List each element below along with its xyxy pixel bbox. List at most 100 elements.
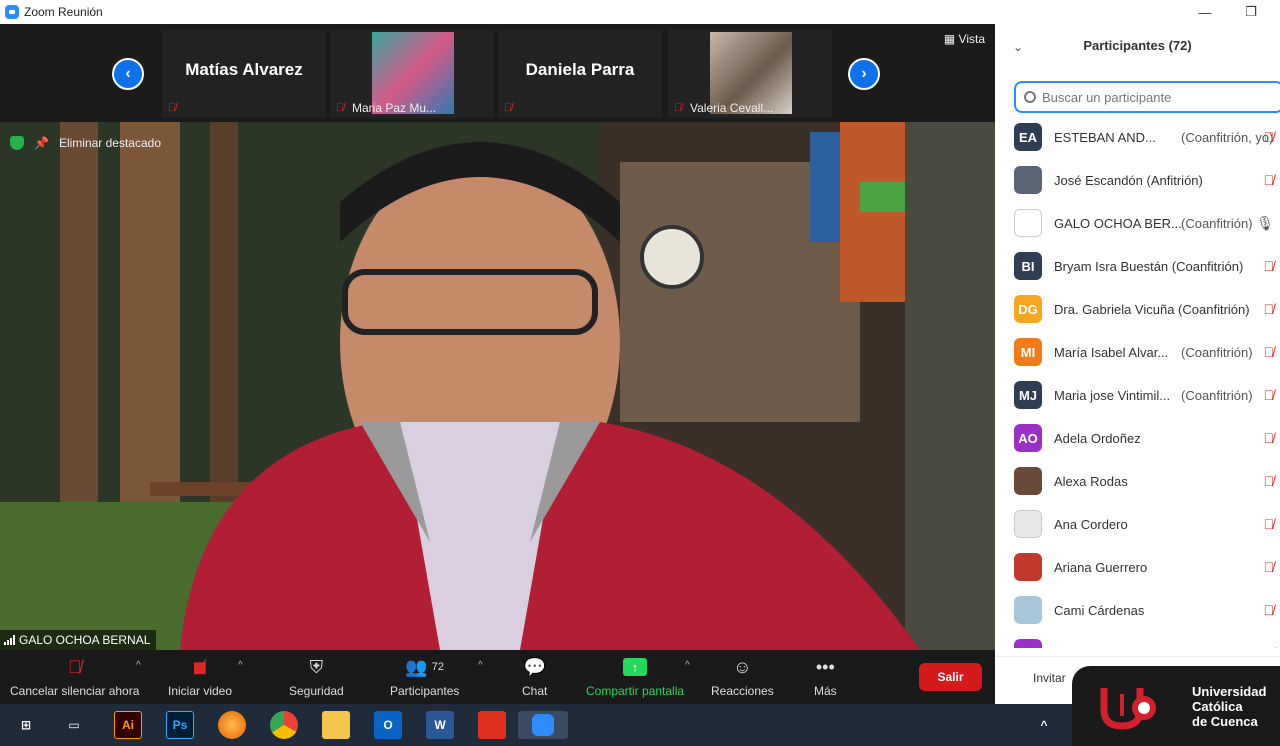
active-speaker-video: 📌 Eliminar destacado GALO OCHOA BERNAL: [0, 122, 995, 650]
pdf-reader-icon[interactable]: [478, 711, 506, 739]
avatar: [1014, 553, 1042, 581]
muted-mic-icon: 🎙̸: [1264, 645, 1275, 648]
speaker-name-tag: GALO OCHOA BERNAL: [0, 630, 157, 650]
video-frame: [0, 122, 995, 650]
participant-role: (Coanfitrión): [1181, 387, 1253, 403]
tile-valeria[interactable]: 🎙̸ Valeria Cevall...: [668, 30, 832, 118]
muted-mic-icon: 🎙̸: [1263, 602, 1275, 618]
muted-mic-icon: 🎙̸: [674, 102, 683, 114]
participant-row[interactable]: Cami Cárdenas 🎙̸: [995, 589, 1280, 631]
chrome-icon[interactable]: [270, 711, 298, 739]
tile-name: Matías Alvarez: [185, 60, 303, 79]
firefox-icon[interactable]: [218, 711, 246, 739]
participant-name: ESTEBAN AND...: [1054, 129, 1156, 145]
tile-maria-paz[interactable]: 🎙̸ Maria Paz Mu...: [330, 30, 494, 118]
participant-row[interactable]: AO Adela Ordoñez 🎙̸: [995, 417, 1280, 459]
participant-row[interactable]: MJ Maria jose Vintimil... (Coanfitrión) 🎙̸: [995, 374, 1280, 416]
participants-panel: ⌄ Participantes (72) EAESTEBAN AND...(Co…: [995, 24, 1280, 704]
avatar: [1014, 596, 1042, 624]
participants-options-caret[interactable]: ^: [478, 660, 483, 671]
muted-mic-icon: 🎙̸: [1263, 559, 1275, 575]
participant-row[interactable]: BI Bryam Isra Buestán (Coanfitrión) 🎙̸: [995, 245, 1280, 287]
participant-row[interactable]: José Escandón (Anfitrión) 🎙̸: [995, 159, 1280, 201]
participant-row[interactable]: Alexa Rodas 🎙̸: [995, 460, 1280, 502]
tile-matias[interactable]: Matías Alvarez 🎙̸: [162, 30, 326, 118]
tile-daniela[interactable]: Daniela Parra 🎙̸: [498, 30, 662, 118]
participant-row[interactable]: 🎙̸: [995, 632, 1280, 648]
participant-row[interactable]: Ana Cordero 🎙̸: [995, 503, 1280, 545]
chat-button[interactable]: 💬 Chat: [522, 654, 547, 699]
participant-role: (Coanfitrión, yo): [1181, 129, 1274, 145]
avatar: AO: [1014, 424, 1042, 452]
zoom-taskbar-icon[interactable]: [518, 711, 568, 739]
muted-mic-icon: 🎙̸: [168, 102, 177, 114]
unpin-label[interactable]: Eliminar destacado: [59, 136, 161, 150]
participant-name: José Escandón (Anfitrión): [1054, 172, 1203, 188]
brand-line-2: Católica: [1192, 699, 1243, 714]
windows-start-icon[interactable]: ⊞: [12, 711, 40, 739]
minimize-button[interactable]: —: [1182, 0, 1228, 24]
reactions-button[interactable]: ☺ Reacciones: [711, 654, 774, 699]
reactions-label: Reacciones: [711, 684, 774, 698]
participant-row[interactable]: GALO OCHOA BER... (Coanfitrión) 🎙: [995, 202, 1280, 244]
view-button[interactable]: ▦ Vista: [944, 32, 985, 46]
meeting-toolbar: 🎙̸ Cancelar silenciar ahora ^ ◼̸ Iniciar…: [0, 650, 995, 704]
participant-search[interactable]: [1014, 81, 1280, 113]
muted-mic-icon: 🎙̸: [1263, 129, 1275, 145]
university-name: Universidad Católica de Cuenca: [1192, 684, 1266, 729]
more-button[interactable]: ••• Más: [814, 654, 837, 699]
restore-button[interactable]: ❐: [1228, 0, 1274, 24]
muted-mic-icon: 🎙̸: [67, 656, 82, 677]
participant-row[interactable]: DG Dra. Gabriela Vicuña (Coanfitrión) 🎙̸: [995, 288, 1280, 330]
muted-mic-icon: 🎙̸: [1263, 387, 1275, 403]
avatar: DG: [1014, 295, 1042, 323]
outlook-icon[interactable]: O: [374, 711, 402, 739]
more-label: Más: [814, 684, 837, 698]
university-logo: Universidad Católica de Cuenca: [1072, 666, 1280, 746]
participant-name: Alexa Rodas: [1054, 473, 1128, 489]
illustrator-icon[interactable]: Ai: [114, 711, 142, 739]
chat-icon: 💬: [523, 656, 546, 677]
video-off-icon: ◼̸: [192, 656, 208, 677]
leave-button[interactable]: Salir: [919, 663, 982, 691]
photoshop-icon[interactable]: Ps: [166, 711, 194, 739]
window-title: Zoom Reunión: [24, 5, 103, 19]
participant-role: (Coanfitrión): [1181, 344, 1253, 360]
video-options-caret[interactable]: ^: [238, 660, 243, 671]
share-options-caret[interactable]: ^: [685, 660, 690, 671]
search-input[interactable]: [1042, 89, 1262, 105]
muted-mic-icon: 🎙̸: [1263, 430, 1275, 446]
spotlight-badge: 📌 Eliminar destacado: [10, 136, 161, 150]
audio-options-caret[interactable]: ^: [136, 660, 141, 671]
video-button[interactable]: ◼̸ Iniciar video: [168, 654, 232, 699]
ellipsis-icon: •••: [815, 656, 835, 677]
muted-mic-icon: 🎙̸: [1263, 516, 1275, 532]
participant-name: Bryam Isra Buestán (Coanfitrión): [1054, 258, 1244, 274]
participants-icon: 👥 72: [405, 656, 445, 677]
pin-icon: 📌: [34, 136, 49, 150]
muted-mic-icon: 🎙̸: [504, 102, 513, 114]
avatar: MI: [1014, 338, 1042, 366]
file-explorer-icon[interactable]: [322, 711, 350, 739]
participant-row[interactable]: MI María Isabel Alvar... (Coanfitrión) 🎙̸: [995, 331, 1280, 373]
tray-chevron-up-icon[interactable]: ^: [1030, 711, 1058, 739]
prev-page-button[interactable]: ‹: [112, 58, 144, 90]
participants-label: Participantes: [390, 684, 460, 698]
invite-button[interactable]: Invitar: [1033, 671, 1066, 685]
participant-name: Dra. Gabriela Vicuña (Coanfitrión): [1054, 301, 1250, 317]
participants-button[interactable]: 👥 72 Participantes: [390, 654, 460, 699]
avatar: [1014, 639, 1042, 648]
security-button[interactable]: ⛨ Seguridad: [289, 654, 344, 699]
mute-button[interactable]: 🎙̸ Cancelar silenciar ahora: [10, 654, 139, 699]
speaker-name: GALO OCHOA BERNAL: [19, 633, 151, 647]
participant-row[interactable]: Ariana Guerrero 🎙̸: [995, 546, 1280, 588]
next-page-button[interactable]: ›: [848, 58, 880, 90]
task-view-icon[interactable]: ▭: [60, 711, 88, 739]
share-screen-button[interactable]: ↑ Compartir pantalla: [586, 654, 684, 698]
muted-mic-icon: 🎙̸: [336, 102, 345, 114]
word-icon[interactable]: W: [426, 711, 454, 739]
zoom-logo-icon: [5, 5, 19, 19]
share-label: Compartir pantalla: [586, 684, 685, 698]
participant-row[interactable]: EA ESTEBAN AND... (Coanfitrión, yo) 🎙̸: [995, 116, 1280, 158]
participant-name: Ariana Guerrero: [1054, 559, 1148, 575]
